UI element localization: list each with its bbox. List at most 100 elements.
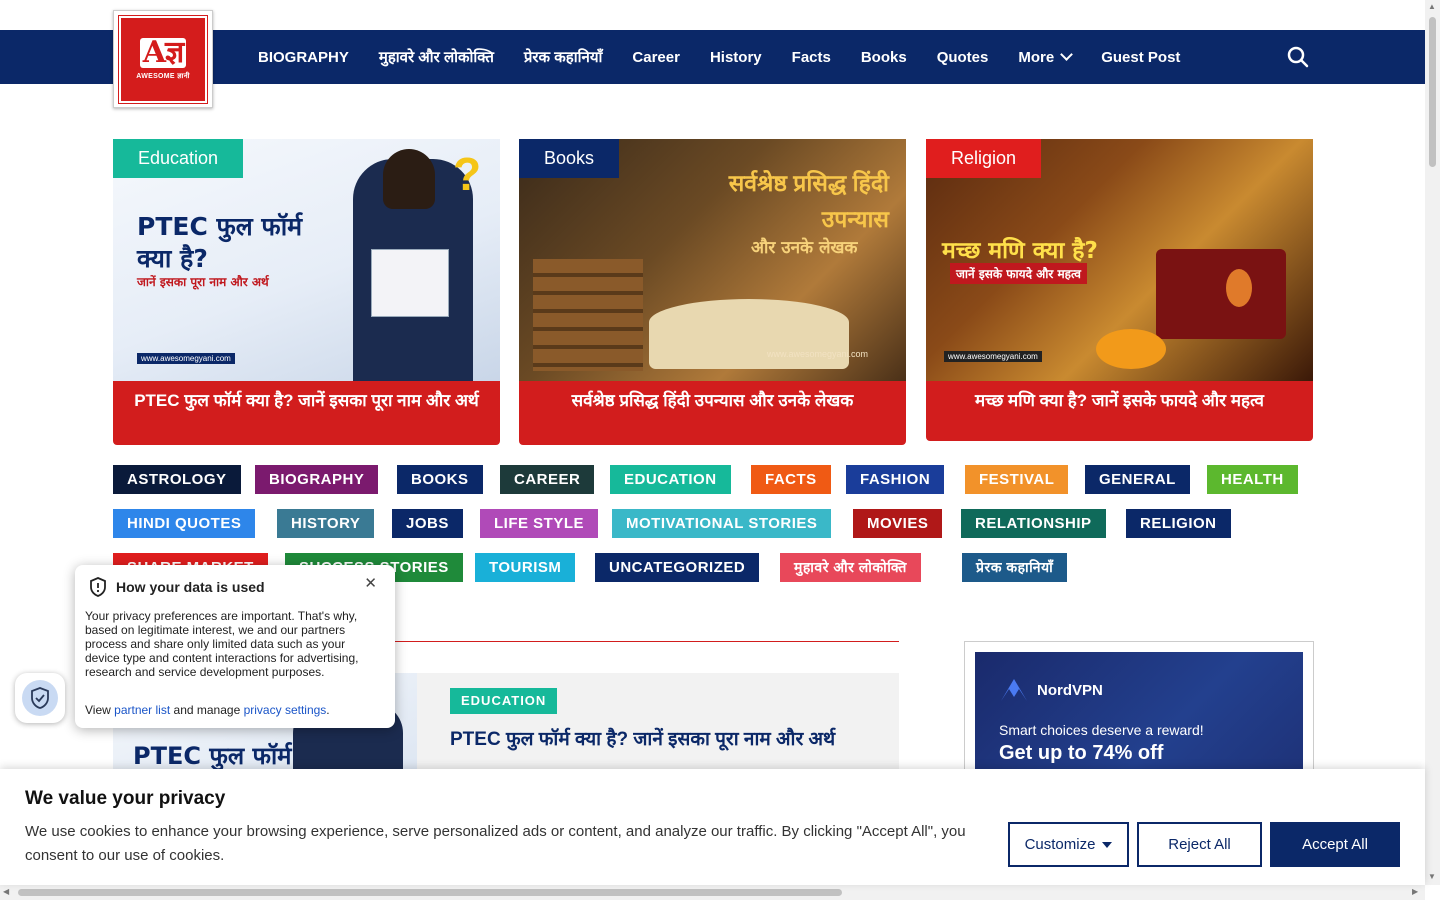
partner-list-link[interactable]: partner list	[114, 703, 170, 717]
card-caption[interactable]: PTEC फुल फॉर्म क्या है? जानें इसका पूरा …	[113, 381, 500, 445]
card-tag[interactable]: Religion	[926, 139, 1042, 178]
cookie-consent-banner: We value your privacy We use cookies to …	[0, 769, 1425, 885]
card-image: Books सर्वश्रेष्ठ प्रसिद्ध हिंदी उपन्यास…	[519, 139, 906, 381]
card-image-sub: जानें इसका पूरा नाम और अर्थ	[137, 275, 269, 289]
category-books[interactable]: BOOKS	[397, 465, 483, 494]
and-manage-text: and manage	[173, 703, 241, 717]
nav-books[interactable]: Books	[861, 49, 907, 66]
popup-body: Your privacy preferences are important. …	[85, 609, 359, 679]
category-life-style[interactable]: LIFE STYLE	[480, 509, 599, 538]
category-uncategorized[interactable]: UNCATEGORIZED	[595, 553, 760, 582]
privacy-settings-link[interactable]: privacy settings	[244, 703, 327, 717]
chevron-down-icon	[1060, 48, 1074, 61]
feature-card-education[interactable]: Education PTEC फुल फॉर्म क्या है? जानें …	[113, 139, 500, 445]
post-title[interactable]: PTEC फुल फॉर्म क्या है? जानें इसका पूरा …	[450, 725, 870, 754]
logo-text: AWESOME ज्ञानी	[136, 73, 190, 80]
category-fashion[interactable]: FASHION	[846, 465, 945, 494]
nav-biography[interactable]: BIOGRAPHY	[258, 49, 349, 66]
book-stack	[533, 259, 643, 371]
category-health[interactable]: HEALTH	[1207, 465, 1298, 494]
card-caption[interactable]: सर्वश्रेष्ठ प्रसिद्ध हिंदी उपन्यास और उन…	[519, 381, 906, 445]
shield-check-icon	[31, 687, 49, 709]
nav-facts[interactable]: Facts	[792, 49, 831, 66]
category-history[interactable]: HISTORY	[277, 509, 375, 538]
category-muhavare[interactable]: मुहावरे और लोकोक्ति	[780, 553, 921, 582]
ad-brand-name: NordVPN	[1037, 681, 1103, 699]
feature-card-religion[interactable]: Religion मच्छ मणि क्या है? जानें इसके फा…	[926, 139, 1313, 441]
accept-all-button[interactable]: Accept All	[1270, 822, 1400, 867]
category-jobs[interactable]: JOBS	[392, 509, 463, 538]
site-logo[interactable]: Aज्ञ AWESOME ज्ञानी	[113, 10, 213, 108]
logo-badge: Aज्ञ AWESOME ज्ञानी	[118, 15, 208, 104]
card-caption[interactable]: मच्छ मणि क्या है? जानें इसके फायदे और मह…	[926, 381, 1313, 441]
nav-career[interactable]: Career	[632, 49, 680, 66]
category-movies[interactable]: MOVIES	[853, 509, 943, 538]
gemstone	[1226, 269, 1252, 307]
card-image-sub: जानें इसके फायदे और महत्व	[950, 263, 1087, 284]
shield-icon	[90, 577, 106, 597]
certificate	[371, 249, 449, 317]
card-image: Education PTEC फुल फॉर्म क्या है? जानें …	[113, 139, 500, 381]
advertisement[interactable]: NordVPN Smart choices deserve a reward! …	[964, 641, 1314, 781]
reject-all-button[interactable]: Reject All	[1137, 822, 1262, 867]
card-image-headline: सर्वश्रेष्ठ प्रसिद्ध हिंदी उपन्यास	[728, 170, 889, 232]
category-facts[interactable]: FACTS	[751, 465, 831, 494]
card-image: Religion मच्छ मणि क्या है? जानें इसके फा…	[926, 139, 1313, 381]
card-image-headline: मच्छ मणि क्या है?	[942, 238, 1098, 264]
category-prerak-kahaniyan[interactable]: प्रेरक कहानियाँ	[962, 553, 1068, 582]
popup-links: View partner list and manage privacy set…	[85, 703, 330, 717]
category-motivational-stories[interactable]: MOTIVATIONAL STORIES	[612, 509, 832, 538]
scroll-right-icon[interactable]: ▶	[1412, 887, 1418, 896]
card-tag[interactable]: Education	[113, 139, 244, 178]
card-tag[interactable]: Books	[519, 139, 620, 178]
nav-history[interactable]: History	[710, 49, 762, 66]
nav-guest-post[interactable]: Guest Post	[1101, 49, 1180, 66]
category-general[interactable]: GENERAL	[1085, 465, 1190, 494]
nav-muhavare[interactable]: मुहावरे और लोकोक्ति	[379, 47, 494, 67]
category-festival[interactable]: FESTIVAL	[965, 465, 1069, 494]
nav-prerak-kahaniyan[interactable]: प्रेरक कहानियाँ	[524, 47, 603, 67]
category-career[interactable]: CAREER	[500, 465, 595, 494]
watermark: www.awesomegyani.com	[137, 353, 235, 364]
nav-more-label: More	[1018, 48, 1055, 66]
watermark: www.awesomegyani.com	[944, 351, 1042, 362]
customize-button[interactable]: Customize	[1008, 822, 1129, 867]
customize-label: Customize	[1024, 836, 1096, 853]
question-mark-icon: ?	[453, 148, 482, 200]
category-hindi-quotes[interactable]: HINDI QUOTES	[113, 509, 256, 538]
category-relationship[interactable]: RELATIONSHIP	[961, 509, 1106, 538]
category-tourism[interactable]: TOURISM	[475, 553, 576, 582]
category-biography[interactable]: BIOGRAPHY	[255, 465, 379, 494]
scroll-down-icon[interactable]: ▼	[1428, 872, 1436, 881]
nav-quotes[interactable]: Quotes	[937, 49, 989, 66]
category-education[interactable]: EDUCATION	[610, 465, 731, 494]
search-icon	[1287, 46, 1309, 68]
person-head	[383, 149, 435, 209]
shield-badge	[22, 680, 58, 716]
post-category-tag[interactable]: EDUCATION	[450, 688, 558, 714]
horizontal-scroll-thumb[interactable]	[18, 889, 842, 896]
view-text: View	[85, 703, 111, 717]
close-icon[interactable]: ✕	[364, 574, 377, 592]
data-usage-popup: How your data is used ✕ Your privacy pre…	[75, 565, 395, 728]
search-button[interactable]	[1286, 45, 1310, 69]
nav-more[interactable]: More	[1018, 48, 1074, 66]
vertical-scroll-thumb[interactable]	[1429, 17, 1436, 167]
period-text: .	[326, 703, 330, 717]
feature-card-books[interactable]: Books सर्वश्रेष्ठ प्रसिद्ध हिंदी उपन्यास…	[519, 139, 906, 445]
ad-line2: Get up to 74% off	[999, 742, 1164, 764]
marigold-flowers	[1096, 329, 1166, 369]
privacy-settings-button[interactable]	[15, 673, 65, 723]
vertical-scrollbar[interactable]: ▲ ▼	[1425, 0, 1440, 885]
card-image-headline: PTEC फुल फॉर्म क्या है?	[137, 212, 303, 273]
main-menu: BIOGRAPHY मुहावरे और लोकोक्ति प्रेरक कहा…	[258, 30, 1210, 84]
popup-title: How your data is used	[116, 579, 265, 595]
scroll-up-icon[interactable]: ▲	[1428, 2, 1436, 11]
jewel-box	[1156, 249, 1286, 339]
category-religion[interactable]: RELIGION	[1126, 509, 1231, 538]
thumb-headline: PTEC फुल फॉर्म	[133, 742, 292, 770]
category-astrology[interactable]: ASTROLOGY	[113, 465, 241, 494]
nordvpn-ad[interactable]: NordVPN Smart choices deserve a reward! …	[975, 652, 1303, 777]
horizontal-scrollbar[interactable]: ◀ ▶	[0, 885, 1425, 900]
scroll-left-icon[interactable]: ◀	[3, 887, 9, 896]
